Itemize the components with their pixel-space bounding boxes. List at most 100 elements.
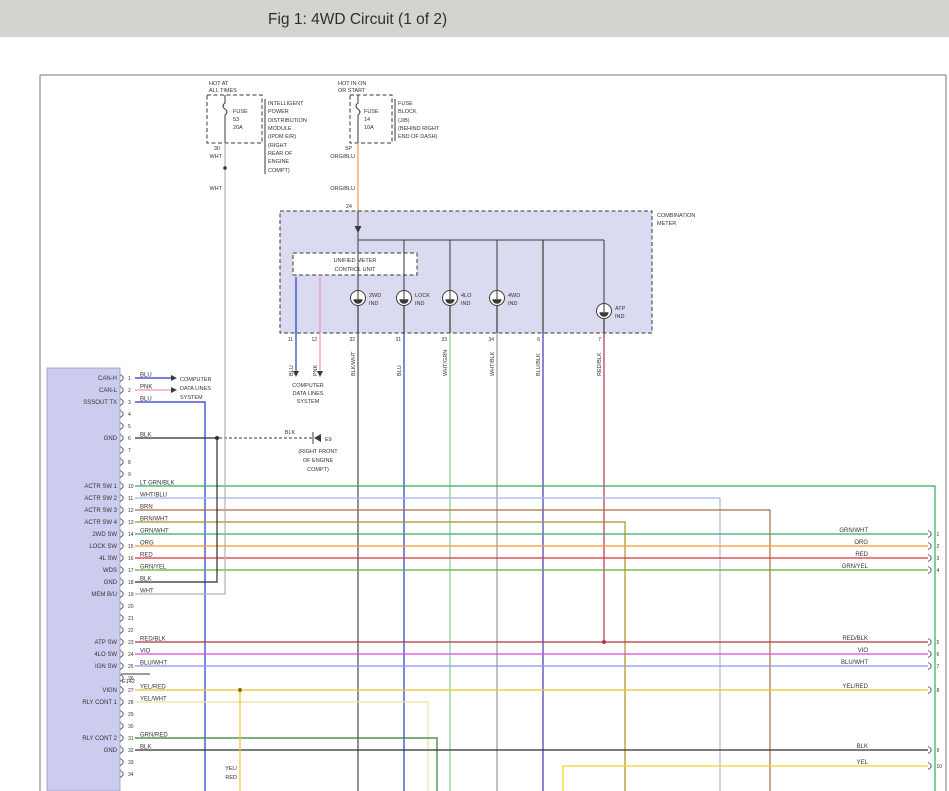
terminal-bracket [928,651,931,658]
ground-e9: BLK E9 (RIGHT FRONT OF ENGINE COMPT) [219,430,338,473]
umcu-label-2: CONTROL UNIT [334,267,376,273]
wire-color-label: RED/BLK [842,636,868,642]
pin-bracket [120,375,123,382]
pin-number: 22 [128,628,134,634]
module-label: (RIGHT [268,143,288,149]
terminal-number: 1 [937,532,940,538]
module-label: (BEHIND RIGHT [398,126,440,132]
fuse-box-outline [350,95,392,143]
terminal-number: 9 [937,748,940,754]
pin-number: 12 [128,508,134,514]
pin-number: 32 [128,748,134,754]
fuse-53-block: HOT AT ALL TIMES FUSE 53 20A INTELLIGENT… [207,81,307,192]
computer-data-lines-bottom: COMPUTER DATA LINES SYSTEM [292,383,324,405]
wire-color-label: BLU/WHT [841,660,868,666]
pin-number: 7 [128,448,131,454]
wire [135,522,625,791]
meter-pin-number: 32 [349,337,355,343]
pin-bracket [120,771,123,778]
location-label: OF ENGINE [303,458,334,464]
pin-name: GND [104,580,118,586]
wire-color-label: BLU/BLK [536,353,542,376]
module-label: (J/B) [398,118,410,124]
module-label: FUSE [398,101,413,107]
pin-name: ACTR SW 3 [84,508,117,514]
wire-color-label: BLK [285,430,296,436]
pin-number: 18 [128,580,134,586]
pin-bracket [120,591,123,598]
pin-bracket [120,603,123,610]
pin-name: ACTR SW 2 [84,496,117,502]
lamp-label: IND [508,301,518,307]
pin-number: 34 [128,772,134,778]
fuse-label: FUSE [364,109,379,115]
meter-entry-pin: 24 [346,204,352,210]
wire-color-label: WHT/BLK [490,351,496,376]
module-label: BLOCK [398,109,417,115]
terminal-bracket [928,687,931,694]
pin-number: 30 [128,724,134,730]
pin-name: RLY CONT 1 [82,700,117,706]
system-label: COMPUTER [180,377,212,383]
wire-color-label: RED [225,775,237,781]
pin-number: 31 [128,736,134,742]
pin-bracket [120,747,123,754]
wire-color-label: YEL/ [225,766,237,772]
combination-meter: COMBINATION METER UNIFIED METER CONTROL … [280,211,695,333]
pin-number: 3 [128,400,131,406]
lamp-label: ATP [615,306,626,312]
system-label: SYSTEM [297,399,320,405]
pin-number: 10 [128,484,134,490]
wire-color-label: YEL [857,760,869,766]
fuse-number: 14 [364,117,370,123]
pin-number: 33 [128,760,134,766]
fuse-symbol [356,95,360,143]
pin-number: 29 [128,712,134,718]
pin-number: 27 [128,688,134,694]
pin-number: 19 [128,592,134,598]
wire-color-label: BLK/WHT [351,351,357,376]
wire-color-label: RED [855,552,868,558]
terminal-number: 6 [937,652,940,658]
pin-bracket [120,423,123,430]
pin-bracket [120,723,123,730]
pin-name: LOCK SW [89,544,117,550]
wire-color-label: PNK [313,364,319,376]
wire-color-label: YEL/RED [842,684,868,690]
pin-number: 4 [128,412,131,418]
computer-data-lines-left: COMPUTER DATA LINES SYSTEM [180,377,212,401]
pin-bracket [120,459,123,466]
wire-color-label: GRN/YEL [842,564,869,570]
right-arrow-icon [171,375,177,381]
meter-pin-number: 6 [537,337,540,343]
pin-name: ACTR SW 4 [84,520,117,526]
page-title: Fig 1: 4WD Circuit (1 of 2) [268,11,447,28]
lamp-label: 4WD [508,293,520,299]
wire-color-label: ORG/BLU [330,186,355,192]
pin-name: ACTR SW 1 [84,484,117,490]
pin-number: 6 [128,436,131,442]
pin-number: 9 [128,472,131,478]
system-label: COMPUTER [292,383,324,389]
pin-number: 25 [128,664,134,670]
pin-name: MEM B/U [91,592,117,598]
pin-number: 5 [128,424,131,430]
pin-bracket [120,759,123,766]
module-label: MODULE [268,126,292,132]
wire [135,510,770,791]
fuse-label: FUSE [233,109,248,115]
module-label: ENGINE [268,159,289,165]
pin-number: 16 [128,556,134,562]
hot-at-label-2: ALL TIMES [209,88,237,94]
pin-name: 4LO SW [94,652,117,658]
pin-bracket [120,555,123,562]
lamp-label: LOCK [415,293,430,299]
module-label: DISTRIBUTION [268,118,307,124]
meter-pin-number: 7 [598,337,601,343]
meter-pin-number: 12 [311,337,317,343]
hot-at-label: HOT AT [209,81,229,87]
pin-bracket [120,531,123,538]
pin-bracket [120,447,123,454]
terminal-bracket [928,567,931,574]
connector-arrow-icon [314,434,321,442]
